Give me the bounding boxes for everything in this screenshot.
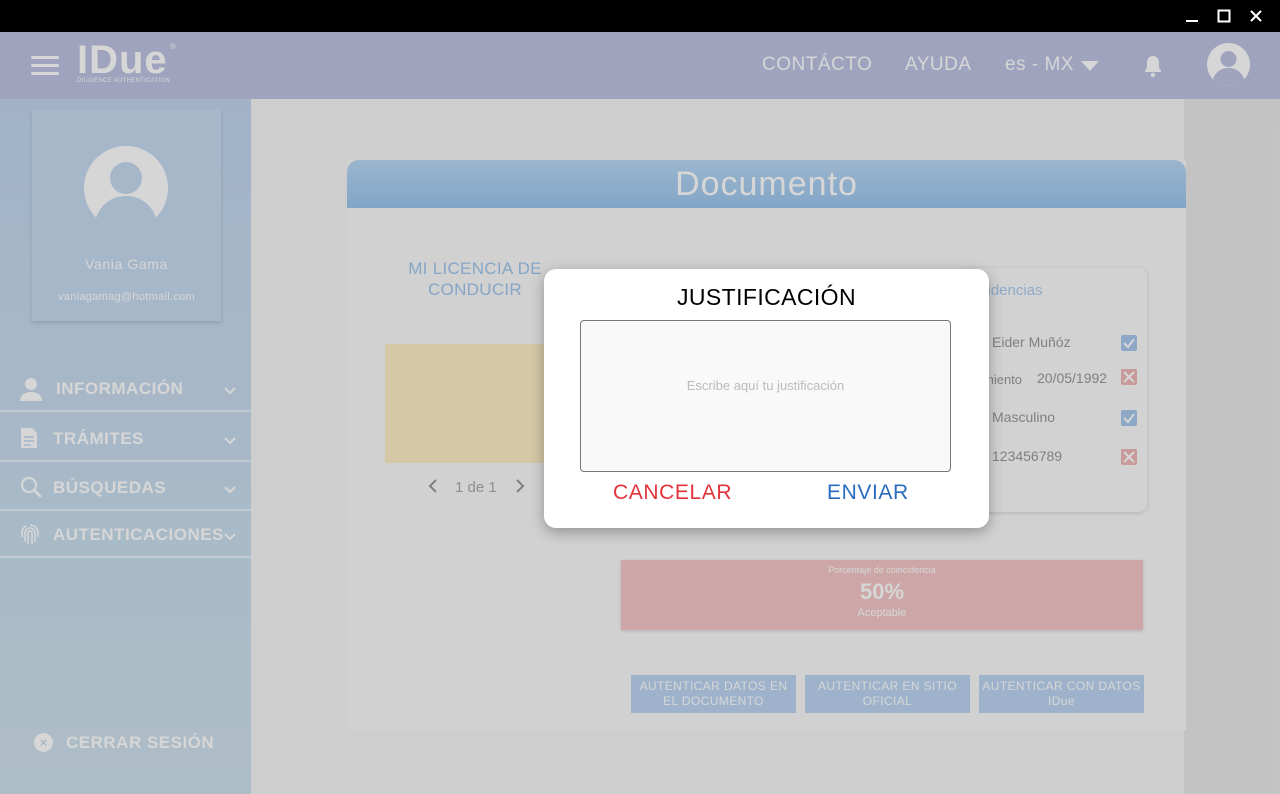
justification-dialog: JUSTIFICACIÓN CANCELAR ENVIAR [544,269,989,528]
send-button[interactable]: ENVIAR [827,481,909,505]
cancel-button[interactable]: CANCELAR [613,481,732,505]
dialog-title: JUSTIFICACIÓN [677,284,856,310]
window-titlebar [0,0,1280,32]
justification-input[interactable] [580,320,951,472]
minimize-icon[interactable] [1181,6,1203,26]
close-icon[interactable] [1245,6,1267,26]
maximize-icon[interactable] [1213,6,1235,26]
